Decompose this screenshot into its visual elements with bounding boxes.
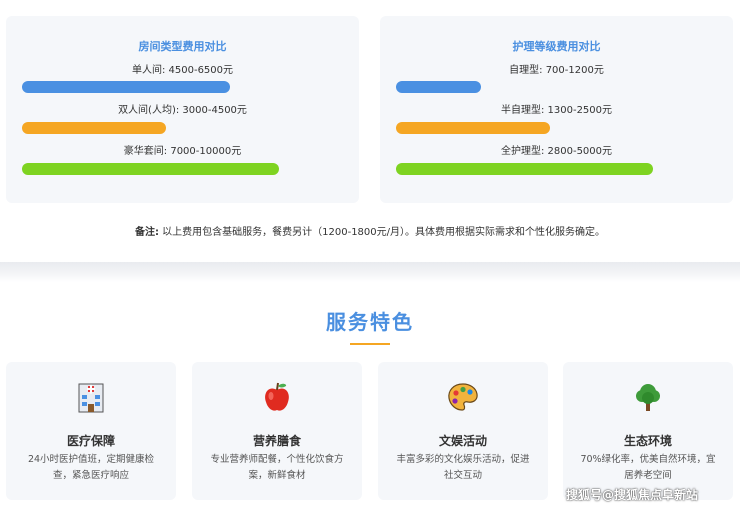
care-cost-card: 护理等级费用对比 自理型: 700-1200元 半自理型: 1300-2500元… <box>380 16 733 203</box>
service-card-medical: 医疗保障 24小时医护值班，定期健康检查，紧急医疗响应 <box>6 362 176 500</box>
care-cost-bar-full <box>396 163 653 175</box>
palette-icon <box>378 380 548 414</box>
service-name-nutrition: 营养膳食 <box>252 434 301 448</box>
service-name-environment: 生态环境 <box>623 434 672 448</box>
services-title-underline <box>350 343 390 345</box>
cost-note-text: 以上费用包含基础服务，餐费另计（1200-1800元/月）。具体费用根据实际需求… <box>162 227 606 238</box>
care-cost-bar-self <box>396 81 481 93</box>
cost-note-prefix: 备注: <box>134 227 159 238</box>
room-cost-title: 房间类型费用对比 <box>138 40 227 53</box>
service-desc-nutrition: 专业营养师配餐，个性化饮食方案，新鲜食材 <box>210 454 344 481</box>
room-cost-label-double: 双人间(人均): 3000-4500元 <box>118 105 247 116</box>
care-cost-label-self: 自理型: 700-1200元 <box>509 65 604 76</box>
services-title: 服务特色 <box>326 310 414 334</box>
care-cost-label-semi: 半自理型: 1300-2500元 <box>500 105 613 116</box>
room-cost-label-suite: 豪华套间: 7000-10000元 <box>123 146 242 157</box>
section-divider <box>0 262 740 282</box>
service-desc-medical: 24小时医护值班，定期健康检查，紧急医疗响应 <box>27 454 155 481</box>
service-card-environment: 生态环境 70%绿化率，优美自然环境，宜居养老空间 <box>563 362 733 500</box>
service-name-entertainment: 文娱活动 <box>438 434 487 448</box>
hospital-icon <box>6 380 176 414</box>
cost-comparison-section: 房间类型费用对比 单人间: 4500-6500元 双人间(人均): 3000-4… <box>0 0 740 255</box>
service-desc-entertainment: 丰富多彩的文化娱乐活动，促进社交互动 <box>396 454 530 481</box>
room-cost-bar-single <box>22 81 230 93</box>
care-cost-bar-semi <box>396 122 550 134</box>
room-cost-bar-double <box>22 122 166 134</box>
room-cost-card: 房间类型费用对比 单人间: 4500-6500元 双人间(人均): 3000-4… <box>6 16 359 203</box>
service-name-medical: 医疗保障 <box>66 434 115 448</box>
watermark: 搜狐号@搜狐焦点阜新站 <box>566 488 699 502</box>
care-cost-title: 护理等级费用对比 <box>512 40 601 53</box>
cost-note: 备注: 以上费用包含基础服务，餐费另计（1200-1800元/月）。具体费用根据… <box>0 223 740 238</box>
service-card-nutrition: 营养膳食 专业营养师配餐，个性化饮食方案，新鲜食材 <box>192 362 362 500</box>
care-cost-label-full: 全护理型: 2800-5000元 <box>500 146 613 157</box>
tree-icon <box>563 380 733 414</box>
service-card-entertainment: 文娱活动 丰富多彩的文化娱乐活动，促进社交互动 <box>378 362 548 500</box>
apple-icon <box>192 380 362 414</box>
room-cost-label-single: 单人间: 4500-6500元 <box>131 65 234 76</box>
room-cost-bar-suite <box>22 163 279 175</box>
service-desc-environment: 70%绿化率，优美自然环境，宜居养老空间 <box>580 454 716 481</box>
